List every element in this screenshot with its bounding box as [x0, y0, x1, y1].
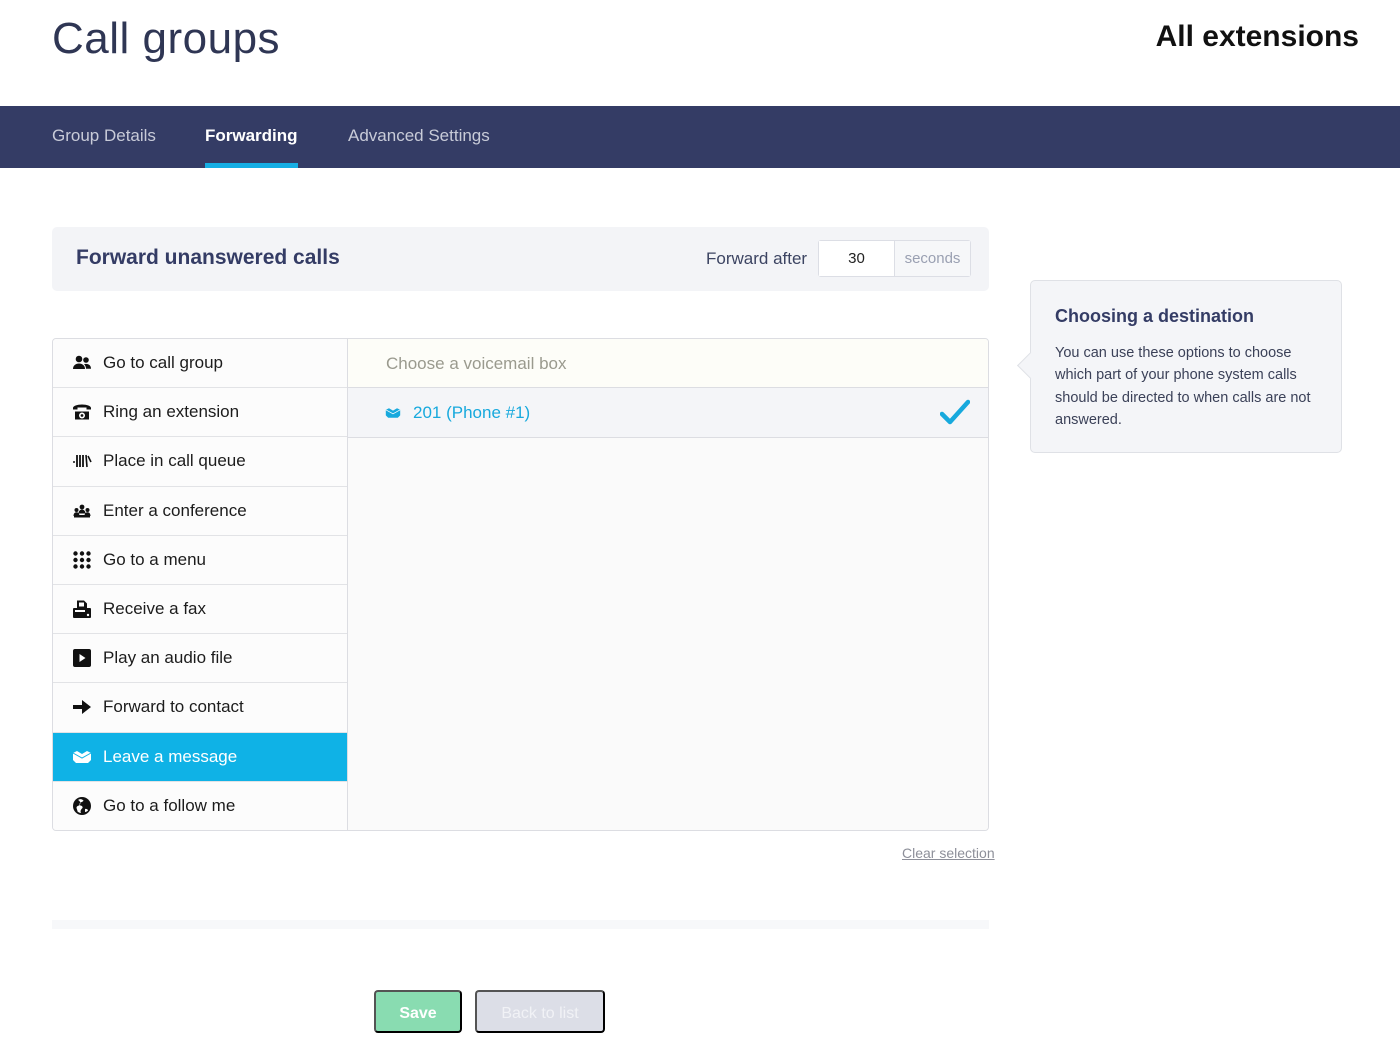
forward-unanswered-panel: Forward unanswered calls Forward after s… [52, 227, 989, 291]
destination-label: Go to a follow me [103, 796, 236, 816]
destination-label: Leave a message [103, 746, 238, 766]
tab-group-details[interactable]: Group Details [52, 106, 156, 168]
destination-play-an-audio-file[interactable]: Play an audio file [53, 634, 347, 684]
conference-icon [71, 500, 93, 522]
back-to-list-button[interactable]: Back to list [475, 990, 605, 1033]
checkmark-icon [940, 399, 970, 424]
voicemail-option-201[interactable]: 201 (Phone #1) [348, 388, 988, 438]
forward-after-label: Forward after [706, 249, 808, 268]
destination-label: Play an audio file [103, 648, 233, 668]
page-header: Call groups All extensions [0, 0, 1400, 106]
destination-label: Enter a conference [103, 500, 247, 520]
destination-label: Forward to contact [103, 697, 244, 717]
page-title: Call groups [52, 14, 281, 63]
destination-receive-a-fax[interactable]: Receive a fax [53, 585, 347, 635]
clear-selection-link[interactable]: Clear selection [902, 845, 995, 861]
destination-label: Go to call group [103, 353, 224, 373]
destination-selector: Go to call group Ring an extension Place… [52, 338, 989, 831]
call-queue-icon [71, 450, 93, 472]
tab-advanced-settings[interactable]: Advanced Settings [348, 106, 490, 168]
play-icon [71, 647, 93, 669]
voicemail-icon [71, 746, 93, 768]
section-divider [52, 920, 989, 929]
destination-leave-a-message[interactable]: Leave a message [53, 732, 347, 782]
destination-go-to-a-follow-me[interactable]: Go to a follow me [53, 782, 347, 830]
globe-icon [71, 795, 93, 817]
destination-go-to-call-group[interactable]: Go to call group [53, 339, 347, 389]
seconds-unit-label: seconds [894, 241, 970, 276]
destination-forward-to-contact[interactable]: Forward to contact [53, 683, 347, 733]
destination-label: Ring an extension [103, 402, 240, 422]
help-title: Choosing a destination [1055, 306, 1255, 326]
help-card: Choosing a destination You can use these… [1030, 280, 1342, 453]
telephone-icon [71, 401, 93, 423]
destination-label: Place in call queue [103, 451, 246, 471]
destination-list: Go to call group Ring an extension Place… [53, 339, 348, 830]
destination-label: Receive a fax [103, 599, 206, 619]
destination-ring-an-extension[interactable]: Ring an extension [53, 388, 347, 438]
keypad-icon [71, 549, 93, 571]
destination-label: Go to a menu [103, 549, 207, 569]
tab-bar: Group Details Forwarding Advanced Settin… [0, 106, 1400, 168]
forward-after-seconds-input[interactable] [819, 241, 894, 276]
fax-icon [71, 598, 93, 620]
destination-enter-a-conference[interactable]: Enter a conference [53, 487, 347, 536]
destination-go-to-a-menu[interactable]: Go to a menu [53, 536, 347, 585]
voicemail-options-panel: Choose a voicemail box 201 (Phone #1) [348, 339, 988, 830]
forward-panel-title: Forward unanswered calls [76, 246, 340, 269]
tab-forwarding[interactable]: Forwarding [205, 106, 298, 168]
voicemail-option-label: 201 (Phone #1) [413, 402, 531, 422]
help-text: You can use these options to choose whic… [1055, 345, 1311, 428]
all-extensions-title: All extensions [1155, 20, 1359, 53]
destination-place-in-call-queue[interactable]: Place in call queue [53, 437, 347, 487]
voicemail-icon [385, 405, 401, 421]
arrow-right-icon [71, 696, 93, 718]
voicemail-options-header: Choose a voicemail box [348, 339, 988, 388]
forward-after-input-group: seconds [818, 240, 971, 277]
save-button[interactable]: Save [374, 990, 462, 1033]
users-icon [71, 352, 93, 374]
